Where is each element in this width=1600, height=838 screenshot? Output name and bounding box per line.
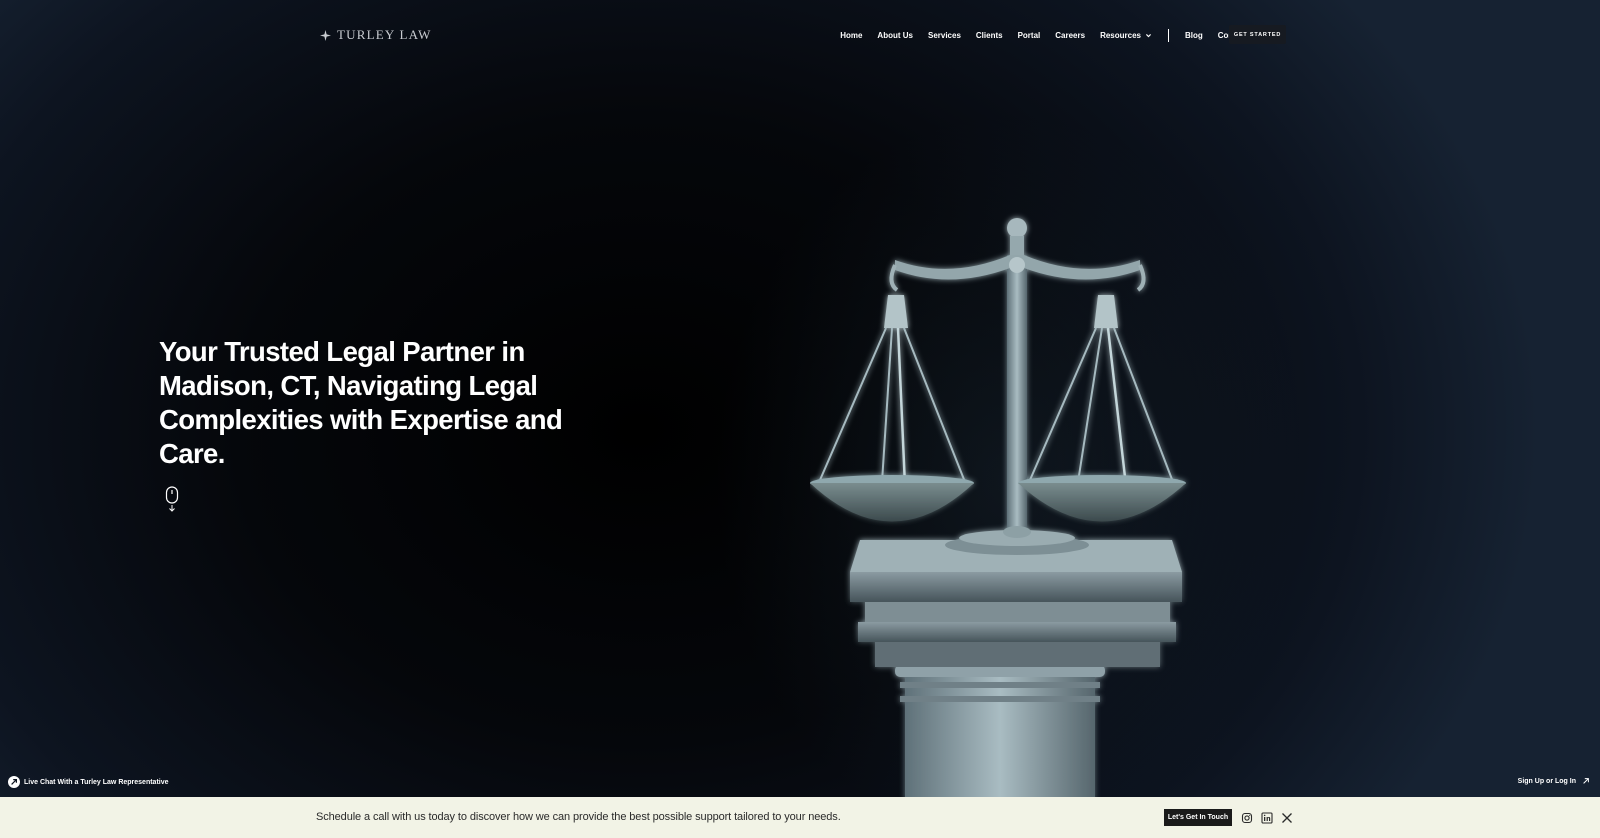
hero-headline: Your Trusted Legal Partner in Madison, C…	[159, 336, 563, 469]
nav-careers[interactable]: Careers	[1055, 31, 1085, 40]
nav-clients[interactable]: Clients	[976, 31, 1003, 40]
hero-section: TURLEY LAW Home About Us Services Client…	[0, 0, 1600, 797]
nav-resources[interactable]: Resources	[1100, 31, 1152, 40]
brand-logo[interactable]: TURLEY LAW	[320, 27, 432, 43]
x-icon[interactable]	[1281, 811, 1293, 823]
nav-home[interactable]: Home	[840, 31, 862, 40]
linkedin-icon[interactable]	[1261, 811, 1273, 824]
mouse-scroll-icon[interactable]	[165, 486, 179, 512]
nav-blog[interactable]: Blog	[1185, 31, 1203, 40]
nav-divider	[1167, 28, 1169, 42]
nav-resources-label: Resources	[1100, 30, 1141, 40]
nav-about-us[interactable]: About Us	[877, 31, 913, 40]
lets-get-in-touch-button[interactable]: Let's Get In Touch	[1164, 809, 1232, 826]
scales-of-justice-illustration	[810, 218, 1186, 797]
live-chat-label: Live Chat With a Turley Law Representati…	[24, 778, 169, 786]
sign-up-login-link[interactable]: Sign Up or Log In	[1518, 777, 1590, 785]
get-started-button[interactable]: GET STARTED	[1229, 25, 1286, 44]
instagram-icon[interactable]	[1241, 811, 1253, 824]
external-arrow-icon	[1583, 778, 1589, 784]
sign-up-label: Sign Up or Log In	[1517, 777, 1576, 785]
brand-name: TURLEY LAW	[337, 27, 432, 42]
sparkle-icon	[320, 29, 331, 41]
live-chat-link[interactable]: Live Chat With a Turley Law Representati…	[8, 776, 169, 788]
chat-arrow-icon	[8, 776, 20, 788]
social-links	[1241, 811, 1293, 824]
schedule-call-bar: Schedule a call with us today to discove…	[0, 797, 1600, 838]
schedule-call-text: Schedule a call with us today to discove…	[316, 811, 841, 823]
nav-services[interactable]: Services	[928, 31, 961, 40]
top-navigation: TURLEY LAW Home About Us Services Client…	[0, 0, 1600, 70]
chevron-down-icon	[1145, 33, 1151, 37]
nav-portal[interactable]: Portal	[1018, 31, 1041, 40]
main-menu: Home About Us Services Clients Portal Ca…	[840, 26, 1260, 44]
